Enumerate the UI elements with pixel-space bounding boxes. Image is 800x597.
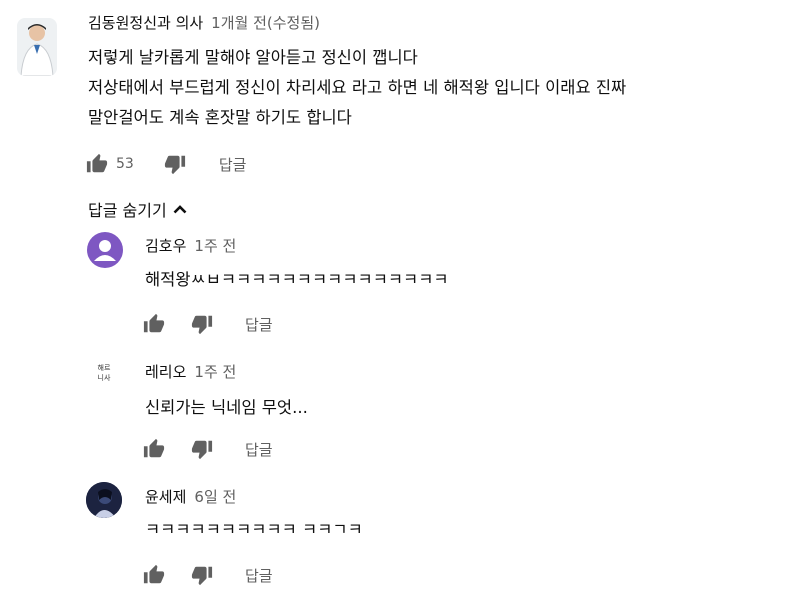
thumb-down-icon[interactable]: [191, 438, 213, 460]
thumb-up-icon[interactable]: [143, 564, 165, 586]
like-count: 53: [116, 156, 134, 172]
reply-item: 김호우 1주 전 해적왕ㅆㅂㅋㅋㅋㅋㅋㅋㅋㅋㅋㅋㅋㅋㅋㅋㅋ 답글: [0, 225, 800, 345]
avatar[interactable]: 해르 니사: [86, 355, 122, 391]
timestamp[interactable]: 1주 전: [194, 237, 236, 255]
main-comment: 김동원정신과 의사 1개월 전(수정됨) 저렇게 날카롭게 말해야 알아듣고 정신…: [0, 0, 800, 190]
author-name[interactable]: 레리오: [145, 363, 186, 381]
comment-line: 저렇게 날카롭게 말해야 알아듣고 정신이 깹니다: [88, 48, 418, 67]
reply-actions: 답글: [143, 312, 273, 336]
comment-actions: 53 답글: [86, 152, 246, 176]
profile-photo-icon: [86, 482, 122, 518]
avatar-text: 해르 니사: [97, 364, 111, 382]
avatar[interactable]: [17, 18, 57, 76]
reply-item: 해르 니사 레리오 1주 전 신뢰가는 닉네임 무엇... 답글: [0, 349, 800, 469]
hide-replies-label: 답글 숨기기: [88, 201, 167, 220]
doctor-avatar-icon: [20, 24, 54, 76]
author-name[interactable]: 윤세제: [145, 488, 186, 506]
avatar[interactable]: [86, 482, 122, 518]
thumb-up-icon[interactable]: [143, 438, 165, 460]
reply-item: 윤세제 6일 전 ㅋㅋㅋㅋㅋㅋㅋㅋㅋㅋ ㅋㅋㄱㅋ 답글: [0, 475, 800, 597]
author-name[interactable]: 김호우: [145, 237, 186, 255]
thumb-down-icon[interactable]: [191, 564, 213, 586]
avatar[interactable]: [87, 232, 123, 268]
reply-actions: 답글: [143, 437, 273, 461]
reply-actions: 답글: [143, 563, 273, 587]
comment-text: 저렇게 날카롭게 말해야 알아듣고 정신이 깹니다 저상태에서 부드럽게 정신이…: [88, 43, 626, 133]
timestamp[interactable]: 6일 전: [194, 488, 236, 506]
thumb-down-icon[interactable]: [164, 153, 186, 175]
chevron-up-icon: [173, 205, 187, 214]
timestamp[interactable]: 1개월 전(수정됨): [211, 14, 320, 32]
reply-button[interactable]: 답글: [245, 314, 273, 335]
reply-text: 신뢰가는 닉네임 무엇...: [145, 398, 308, 417]
author-name[interactable]: 김동원정신과 의사: [88, 14, 203, 32]
thumb-down-icon[interactable]: [191, 313, 213, 335]
thumb-up-icon[interactable]: [143, 313, 165, 335]
reply-button[interactable]: 답글: [219, 154, 247, 175]
reply-text: ㅋㅋㅋㅋㅋㅋㅋㅋㅋㅋ ㅋㅋㄱㅋ: [145, 520, 363, 539]
reply-button[interactable]: 답글: [245, 439, 273, 460]
thumb-up-icon[interactable]: [86, 153, 108, 175]
reply-header: 윤세제 6일 전: [145, 486, 236, 507]
reply-header: 레리오 1주 전: [145, 361, 236, 382]
comment-header: 김동원정신과 의사 1개월 전(수정됨): [88, 12, 320, 33]
hide-replies-button[interactable]: 답글 숨기기: [88, 197, 187, 221]
reply-text: 해적왕ㅆㅂㅋㅋㅋㅋㅋㅋㅋㅋㅋㅋㅋㅋㅋㅋㅋ: [145, 270, 449, 289]
timestamp[interactable]: 1주 전: [194, 363, 236, 381]
default-avatar-icon: [94, 240, 116, 261]
reply-header: 김호우 1주 전: [145, 235, 236, 256]
comment-line: 저상태에서 부드럽게 정신이 차리세요 라고 하면 네 해적왕 입니다 이래요 …: [88, 78, 627, 97]
comment-line: 말안걸어도 계속 혼잣말 하기도 합니다: [88, 108, 352, 127]
reply-button[interactable]: 답글: [245, 565, 273, 586]
